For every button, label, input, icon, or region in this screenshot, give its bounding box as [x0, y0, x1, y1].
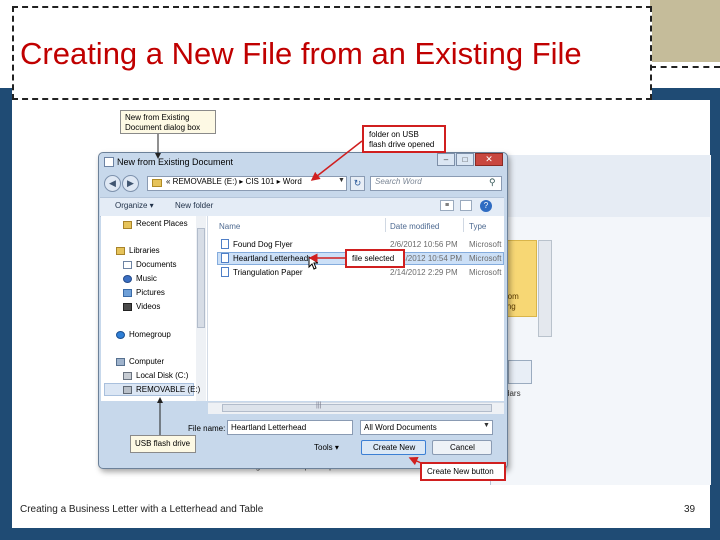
callout-folder-opened: folder on USB flash drive opened: [362, 125, 446, 153]
callout-line: Document dialog box: [125, 123, 201, 132]
callout-arrows: [155, 134, 431, 468]
callout-new-from-existing: New from Existing Document dialog box: [120, 110, 216, 134]
callout-create-new-button: Create New button: [420, 462, 506, 481]
callout-line: New from Existing: [125, 113, 190, 122]
callout-line: folder on USB: [369, 130, 419, 139]
callout-file-selected: file selected: [345, 249, 405, 268]
callout-line: flash drive opened: [369, 140, 435, 149]
arrow-to-address: [310, 140, 363, 181]
callout-usb-flash-drive: USB flash drive: [130, 435, 196, 453]
